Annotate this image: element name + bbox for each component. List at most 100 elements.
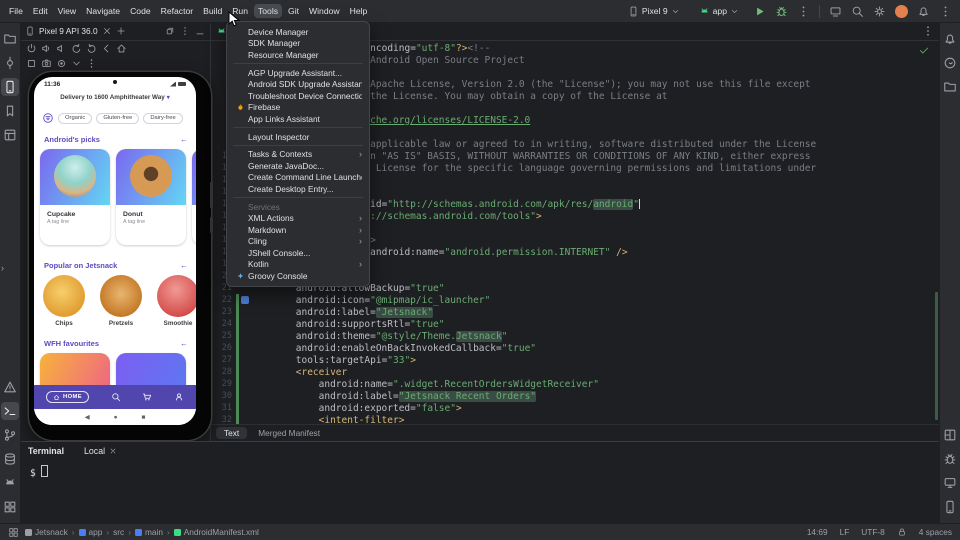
phone-screen[interactable]: 11:36 Delivery to 1600 Amphitheater Way▾… bbox=[34, 77, 196, 425]
filter-chip-gluten-free[interactable]: Gluten-free bbox=[96, 113, 139, 124]
android-back-button[interactable]: ◀ bbox=[85, 413, 90, 421]
breadcrumb-jetsnack[interactable]: Jetsnack bbox=[25, 527, 68, 537]
line-number[interactable]: 22 bbox=[210, 295, 236, 305]
close-device-tab-icon[interactable] bbox=[102, 26, 112, 36]
manifest-tab-merged-manifest[interactable]: Merged Manifest bbox=[250, 427, 328, 439]
line-number[interactable]: 31 bbox=[210, 403, 236, 413]
menu-item-cling[interactable]: Cling› bbox=[227, 236, 369, 248]
menu-code[interactable]: Code bbox=[126, 4, 155, 18]
line-number[interactable]: 24 bbox=[210, 319, 236, 329]
mirror-device-icon[interactable] bbox=[829, 5, 842, 18]
menu-navigate[interactable]: Navigate bbox=[82, 4, 124, 18]
read-only-toggle-icon[interactable] bbox=[897, 527, 907, 537]
run-configuration-selector[interactable]: app bbox=[694, 5, 744, 18]
menu-item-tasks-contexts[interactable]: Tasks & Contexts› bbox=[227, 148, 369, 160]
line-number[interactable]: 25 bbox=[210, 331, 236, 341]
nav-home-button[interactable]: HOME bbox=[46, 391, 89, 403]
device-manager-icon[interactable] bbox=[941, 498, 959, 516]
line-separator[interactable]: LF bbox=[840, 527, 850, 537]
menu-view[interactable]: View bbox=[54, 4, 80, 18]
tool-windows-toggle-icon[interactable] bbox=[8, 527, 19, 538]
menu-git[interactable]: Git bbox=[284, 4, 303, 18]
filter-chip-organic[interactable]: Organic bbox=[58, 113, 92, 124]
menu-edit[interactable]: Edit bbox=[29, 4, 52, 18]
breadcrumb-androidmanifest-xml[interactable]: AndroidManifest.xml bbox=[174, 527, 259, 537]
code-line[interactable]: 24 android:supportsRtl="true" bbox=[210, 318, 940, 330]
manifest-tab-text[interactable]: Text bbox=[216, 427, 247, 439]
caret-position[interactable]: 14:69 bbox=[807, 527, 828, 537]
line-number[interactable]: 26 bbox=[210, 343, 236, 353]
menu-item-generate-javadoc[interactable]: Generate JavaDoc... bbox=[227, 160, 369, 172]
menu-item-firebase[interactable]: Firebase bbox=[227, 102, 369, 114]
menu-window[interactable]: Window bbox=[305, 4, 344, 18]
rotate-right-icon[interactable] bbox=[86, 43, 97, 54]
breadcrumb-src[interactable]: src bbox=[113, 527, 124, 537]
menu-item-create-command-line-launcher[interactable]: Create Command Line Launcher... bbox=[227, 172, 369, 184]
menu-tools[interactable]: Tools bbox=[254, 4, 282, 18]
menu-item-device-manager[interactable]: Device Manager bbox=[227, 26, 369, 38]
more-toolbar-icon[interactable] bbox=[939, 5, 952, 18]
logcat-icon[interactable] bbox=[1, 474, 19, 492]
close-terminal-tab-icon[interactable] bbox=[109, 447, 117, 455]
android-home-button[interactable]: ● bbox=[114, 414, 118, 421]
code-line[interactable]: 27 tools:targetApi="33"> bbox=[210, 354, 940, 366]
volume-down-icon[interactable] bbox=[56, 43, 67, 54]
problems-icon[interactable] bbox=[1, 378, 19, 396]
menu-build[interactable]: Build bbox=[199, 4, 226, 18]
section-arrow-icon[interactable]: ← bbox=[180, 261, 188, 270]
menu-file[interactable]: File bbox=[5, 4, 27, 18]
hide-panel-icon[interactable] bbox=[195, 26, 205, 36]
android-recents-button[interactable]: ■ bbox=[142, 414, 146, 421]
line-number[interactable]: 27 bbox=[210, 355, 236, 365]
menu-help[interactable]: Help bbox=[346, 4, 372, 18]
code-line[interactable]: 25 android:theme="@style/Theme.Jetsnack" bbox=[210, 330, 940, 342]
project-icon[interactable] bbox=[1, 30, 19, 48]
bookmarks-icon[interactable] bbox=[1, 102, 19, 120]
menu-item-layout-inspector[interactable]: Layout Inspector bbox=[227, 131, 369, 143]
screen-record-icon[interactable] bbox=[56, 58, 67, 69]
terminal-body[interactable]: $ bbox=[20, 460, 940, 484]
code-line[interactable]: 23 android:label="Jetsnack" bbox=[210, 306, 940, 318]
code-line[interactable]: 30 android:label="Jetsnack Recent Orders… bbox=[210, 390, 940, 402]
line-number[interactable]: 23 bbox=[210, 307, 236, 317]
snack-item-pretzels[interactable]: Pretzels bbox=[99, 275, 143, 327]
device-tab-label[interactable]: Pixel 9 API 36.0 bbox=[39, 26, 98, 36]
snack-item-chips[interactable]: Chips bbox=[42, 275, 86, 327]
terminal-icon[interactable] bbox=[1, 402, 19, 420]
code-line[interactable]: 26 android:enableOnBackInvokedCallback="… bbox=[210, 342, 940, 354]
structure-icon[interactable] bbox=[1, 126, 19, 144]
emulator-icon[interactable] bbox=[941, 474, 959, 492]
snapshot-menu-icon[interactable] bbox=[71, 58, 82, 69]
nav-cart-icon[interactable] bbox=[142, 392, 152, 402]
line-number[interactable]: 29 bbox=[210, 379, 236, 389]
debug-button[interactable] bbox=[775, 5, 788, 18]
menu-item-troubleshoot-device-connections[interactable]: Troubleshoot Device Connections bbox=[227, 90, 369, 102]
menu-item-jshell-console[interactable]: JShell Console... bbox=[227, 247, 369, 259]
notifications-icon[interactable] bbox=[917, 5, 930, 18]
code-line[interactable]: 31 android:exported="false"> bbox=[210, 402, 940, 414]
avatar[interactable] bbox=[895, 5, 908, 18]
code-line[interactable]: 28 <receiver bbox=[210, 366, 940, 378]
menu-item-app-links-assistant[interactable]: App Links Assistant bbox=[227, 113, 369, 125]
indent-style[interactable]: 4 spaces bbox=[919, 527, 952, 537]
settings-icon[interactable] bbox=[873, 5, 886, 18]
snack-item-smoothie[interactable]: Smoothie bbox=[156, 275, 196, 327]
running-devices-icon[interactable] bbox=[1, 78, 19, 96]
commit-icon[interactable] bbox=[1, 54, 19, 72]
breadcrumb-app[interactable]: app bbox=[79, 527, 103, 537]
notifications-icon[interactable] bbox=[941, 30, 959, 48]
code-line[interactable]: 29 android:name=".widget.RecentOrdersWid… bbox=[210, 378, 940, 390]
delivery-address-selector[interactable]: Delivery to 1600 Amphitheater Way▾ bbox=[34, 94, 196, 101]
menu-run[interactable]: Run bbox=[228, 4, 252, 18]
menu-refactor[interactable]: Refactor bbox=[157, 4, 197, 18]
snack-card-partial[interactable] bbox=[192, 149, 196, 245]
layout-inspector-icon[interactable] bbox=[941, 426, 959, 444]
overview-icon[interactable] bbox=[26, 58, 37, 69]
panel-options-icon[interactable] bbox=[180, 26, 190, 36]
line-number[interactable]: 28 bbox=[210, 367, 236, 377]
menu-item-agp-upgrade-assistant[interactable]: AGP Upgrade Assistant... bbox=[227, 67, 369, 79]
nav-profile-icon[interactable] bbox=[174, 392, 184, 402]
add-device-icon[interactable] bbox=[116, 26, 126, 36]
menu-item-resource-manager[interactable]: Resource Manager bbox=[227, 49, 369, 61]
more-run-actions-icon[interactable] bbox=[797, 5, 810, 18]
